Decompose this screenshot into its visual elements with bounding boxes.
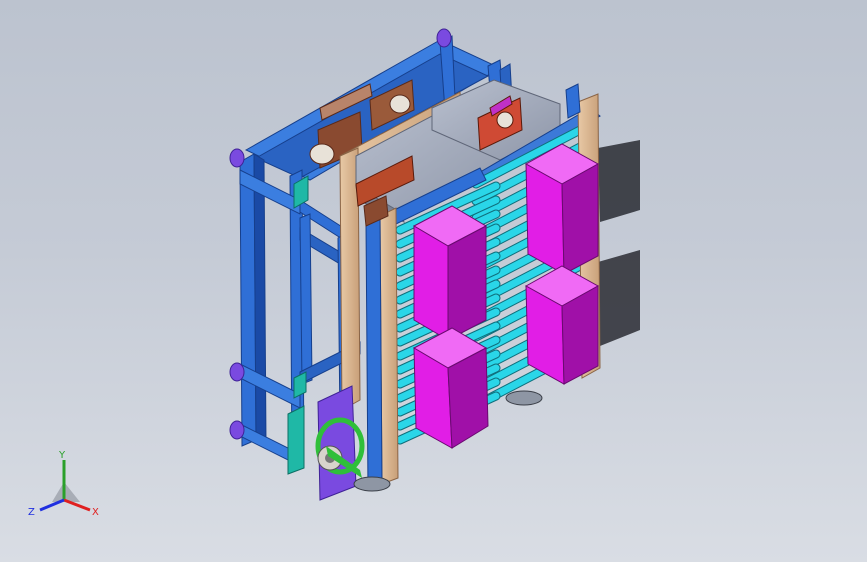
cast-shadow [598, 140, 640, 346]
z-axis-label: Z [28, 507, 35, 518]
tan-side-panel-front[interactable] [363, 195, 399, 491]
z-axis-icon [39, 498, 65, 512]
3d-model-viewport[interactable] [0, 0, 867, 562]
triad-base-icon [52, 482, 80, 502]
coordinate-triad: Y X Z [28, 450, 99, 518]
x-axis-label: X [92, 507, 99, 518]
y-axis-label: Y [58, 450, 66, 461]
